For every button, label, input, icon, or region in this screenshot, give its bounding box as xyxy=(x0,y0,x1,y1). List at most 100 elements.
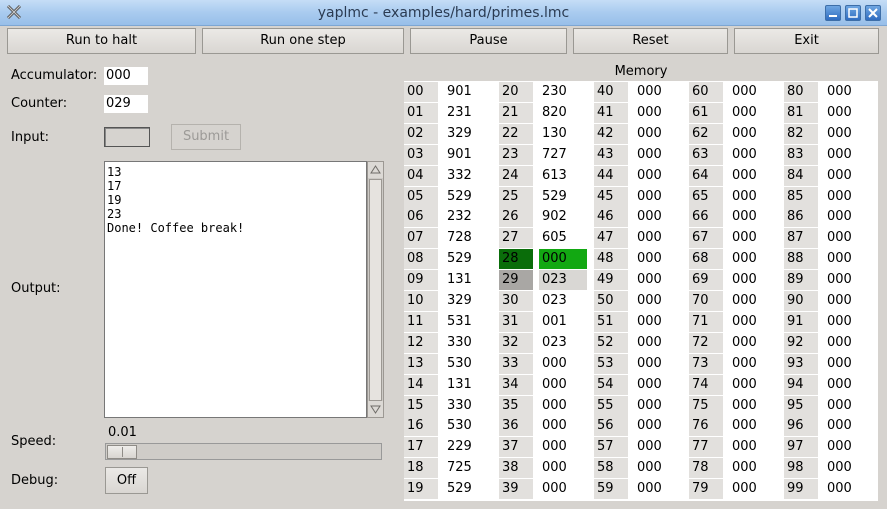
maximize-icon[interactable] xyxy=(845,5,861,21)
title-bar: yaplmc - examples/hard/primes.lmc xyxy=(0,0,887,26)
exit-button[interactable]: Exit xyxy=(734,28,879,54)
memory-value-21: 820 xyxy=(539,103,587,123)
memory-value-22: 130 xyxy=(539,124,587,144)
memory-value-08: 529 xyxy=(444,249,492,269)
memory-value-77: 000 xyxy=(729,437,777,457)
memory-address-86: 86 xyxy=(784,207,818,227)
memory-value-00: 901 xyxy=(444,82,492,102)
memory-value-65: 000 xyxy=(729,187,777,207)
memory-address-95: 95 xyxy=(784,396,818,416)
memory-value-31: 001 xyxy=(539,312,587,332)
memory-address-26: 26 xyxy=(499,207,533,227)
run-to-halt-button[interactable]: Run to halt xyxy=(7,28,196,54)
memory-value-49: 000 xyxy=(634,270,682,290)
memory-address-17: 17 xyxy=(404,437,438,457)
input-field[interactable] xyxy=(104,127,150,147)
memory-address-00: 00 xyxy=(404,82,438,102)
memory-value-66: 000 xyxy=(729,207,777,227)
memory-address-73: 73 xyxy=(689,354,723,374)
accumulator-label: Accumulator: xyxy=(11,68,98,83)
submit-button[interactable]: Submit xyxy=(171,124,241,150)
memory-address-97: 97 xyxy=(784,437,818,457)
memory-value-34: 000 xyxy=(539,375,587,395)
pause-button[interactable]: Pause xyxy=(410,28,567,54)
speed-slider[interactable] xyxy=(105,443,382,460)
scrollbar-thumb[interactable] xyxy=(369,179,382,401)
memory-address-74: 74 xyxy=(689,375,723,395)
memory-address-48: 48 xyxy=(594,249,628,269)
memory-address-52: 52 xyxy=(594,333,628,353)
memory-address-18: 18 xyxy=(404,458,438,478)
debug-toggle-button[interactable]: Off xyxy=(105,467,148,494)
memory-address-54: 54 xyxy=(594,375,628,395)
memory-address-37: 37 xyxy=(499,437,533,457)
memory-address-59: 59 xyxy=(594,479,628,499)
memory-value-68: 000 xyxy=(729,249,777,269)
output-label: Output: xyxy=(11,281,61,296)
memory-address-49: 49 xyxy=(594,270,628,290)
memory-address-07: 07 xyxy=(404,228,438,248)
memory-address-64: 64 xyxy=(689,166,723,186)
reset-button[interactable]: Reset xyxy=(573,28,728,54)
memory-value-44: 000 xyxy=(634,166,682,186)
memory-address-09: 09 xyxy=(404,270,438,290)
memory-address-90: 90 xyxy=(784,291,818,311)
memory-value-03: 901 xyxy=(444,145,492,165)
memory-value-41: 000 xyxy=(634,103,682,123)
memory-address-57: 57 xyxy=(594,437,628,457)
memory-address-23: 23 xyxy=(499,145,533,165)
memory-grid: 00 901 01 231 02 329 03 901 04 332 05 529 06 232 07 728… xyxy=(404,81,878,501)
memory-value-64: 000 xyxy=(729,166,777,186)
memory-value-59: 000 xyxy=(634,479,682,499)
memory-value-52: 000 xyxy=(634,333,682,353)
memory-address-12: 12 xyxy=(404,333,438,353)
memory-address-85: 85 xyxy=(784,187,818,207)
memory-value-14: 131 xyxy=(444,375,492,395)
output-line: 17 xyxy=(107,179,122,193)
memory-value-04: 332 xyxy=(444,166,492,186)
memory-value-72: 000 xyxy=(729,333,777,353)
speed-slider-handle[interactable] xyxy=(107,445,137,459)
counter-value: 029 xyxy=(104,95,148,113)
close-icon[interactable] xyxy=(865,5,881,21)
memory-address-20: 20 xyxy=(499,82,533,102)
memory-address-94: 94 xyxy=(784,375,818,395)
memory-address-15: 15 xyxy=(404,396,438,416)
memory-value-40: 000 xyxy=(634,82,682,102)
memory-value-07: 728 xyxy=(444,228,492,248)
memory-address-78: 78 xyxy=(689,458,723,478)
memory-address-14: 14 xyxy=(404,375,438,395)
scroll-up-icon[interactable] xyxy=(368,162,383,178)
memory-address-44: 44 xyxy=(594,166,628,186)
output-scrollbar[interactable] xyxy=(367,161,384,418)
memory-address-62: 62 xyxy=(689,124,723,144)
memory-value-97: 000 xyxy=(824,437,872,457)
memory-value-99: 000 xyxy=(824,479,872,499)
memory-address-39: 39 xyxy=(499,479,533,499)
memory-value-51: 000 xyxy=(634,312,682,332)
memory-address-47: 47 xyxy=(594,228,628,248)
memory-value-60: 000 xyxy=(729,82,777,102)
run-one-step-button[interactable]: Run one step xyxy=(202,28,404,54)
memory-value-70: 000 xyxy=(729,291,777,311)
output-line: 19 xyxy=(107,193,122,207)
memory-address-68: 68 xyxy=(689,249,723,269)
memory-value-26: 902 xyxy=(539,207,587,227)
scroll-down-icon[interactable] xyxy=(368,401,383,417)
accumulator-value: 000 xyxy=(104,67,148,85)
memory-address-04: 04 xyxy=(404,166,438,186)
memory-address-33: 33 xyxy=(499,354,533,374)
memory-value-12: 330 xyxy=(444,333,492,353)
memory-value-36: 000 xyxy=(539,416,587,436)
memory-address-25: 25 xyxy=(499,187,533,207)
memory-value-15: 330 xyxy=(444,396,492,416)
output-text-area[interactable]: 13 17 19 23 Done! Coffee break! xyxy=(104,161,367,418)
memory-address-03: 03 xyxy=(404,145,438,165)
memory-address-81: 81 xyxy=(784,103,818,123)
minimize-icon[interactable] xyxy=(825,5,841,21)
memory-value-38: 000 xyxy=(539,458,587,478)
output-line: 13 xyxy=(107,165,122,179)
memory-value-89: 000 xyxy=(824,270,872,290)
memory-address-96: 96 xyxy=(784,416,818,436)
memory-value-27: 605 xyxy=(539,228,587,248)
